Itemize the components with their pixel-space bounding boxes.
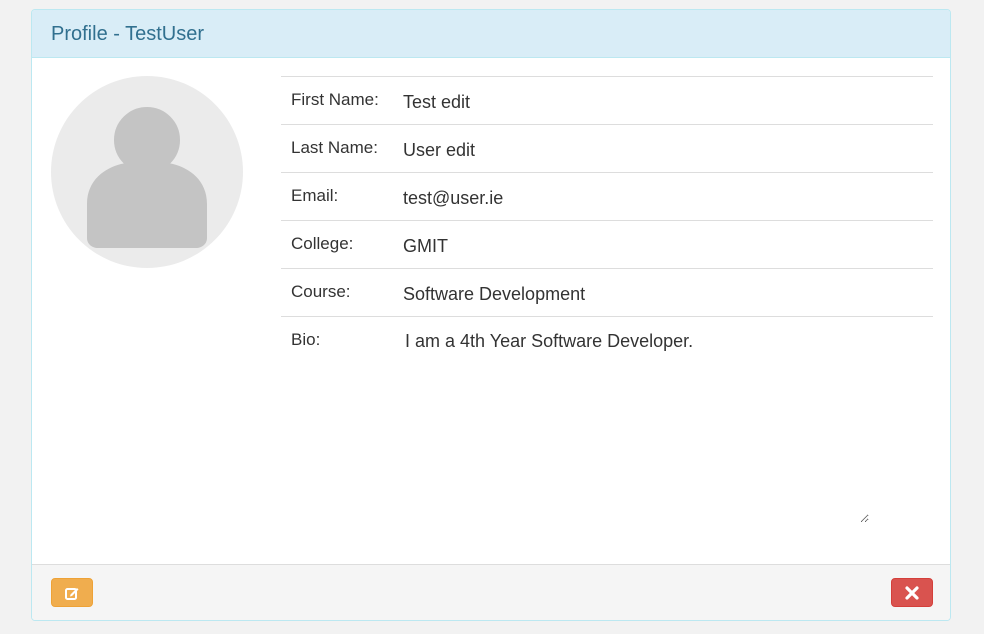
close-profile-button[interactable] [891,578,933,607]
first-name-value: Test edit [403,92,471,112]
email-value: test@user.ie [403,188,504,208]
first-name-label: First Name: [291,90,379,109]
college-label: College: [291,234,354,253]
profile-row-email: Email: test@user.ie [281,172,933,221]
last-name-label: Last Name: [291,138,378,157]
last-name-value: User edit [403,140,476,160]
panel-title: Profile - TestUser [51,22,205,45]
profile-details-table: First Name: Test edit Last Name: User ed… [281,76,933,524]
close-icon [905,585,919,600]
profile-row-bio: Bio: I am a 4th Year Software Developer. [281,316,933,525]
panel-footer [32,564,950,620]
profile-row-college: College: GMIT [281,220,933,269]
bio-label: Bio: [291,330,321,349]
bio-textarea[interactable]: I am a 4th Year Software Developer. [403,329,869,523]
course-label: Course: [291,282,351,301]
panel-body: First Name: Test edit Last Name: User ed… [32,58,950,566]
profile-row-first-name: First Name: Test edit [281,76,933,125]
edit-icon [65,587,79,600]
bio-cell: I am a 4th Year Software Developer. [402,317,933,525]
edit-profile-button[interactable] [51,578,93,607]
user-silhouette-icon [87,101,207,248]
profile-row-course: Course: Software Development [281,268,933,317]
college-value: GMIT [403,236,448,256]
course-value: Software Development [403,284,586,304]
email-label: Email: [291,186,339,205]
profile-row-last-name: Last Name: User edit [281,124,933,173]
avatar [51,76,243,268]
panel-heading: Profile - TestUser [32,10,950,58]
profile-panel: Profile - TestUser First Name: Test edit… [31,9,951,621]
